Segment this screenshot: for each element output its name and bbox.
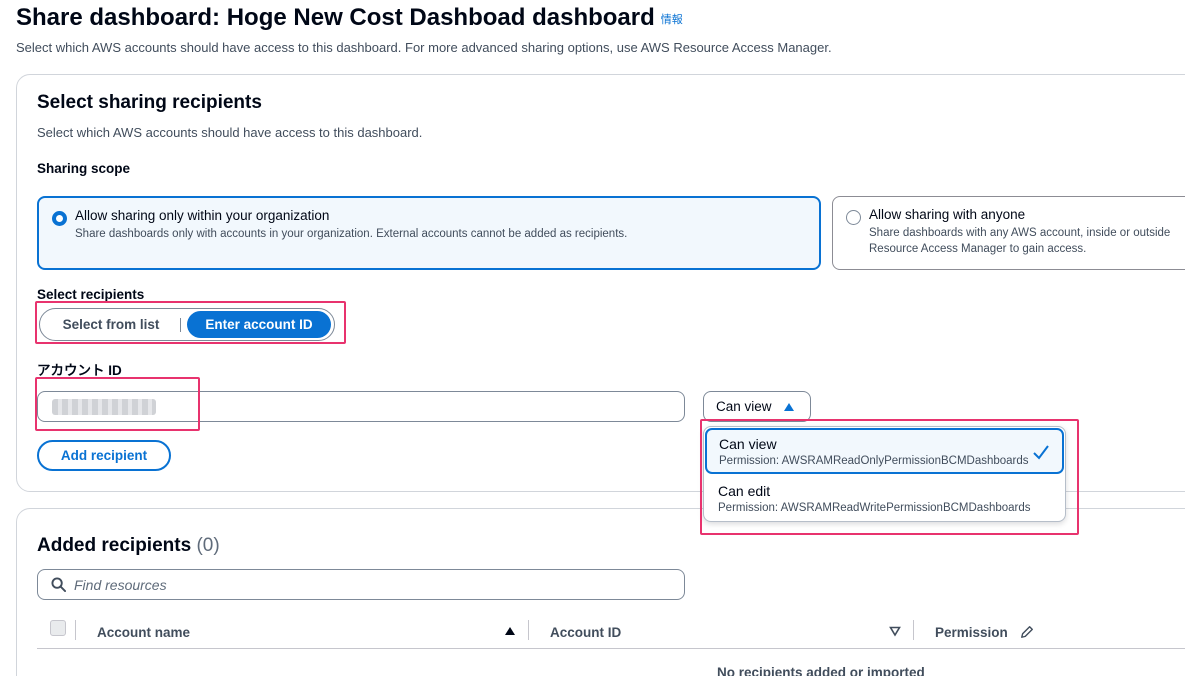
column-separator bbox=[913, 620, 914, 640]
radio-description: Share dashboards with any AWS account, i… bbox=[869, 225, 1185, 257]
option-label: Can edit bbox=[718, 483, 771, 499]
added-recipients-title-text: Added recipients bbox=[37, 535, 192, 556]
radio-description: Share dashboards only with accounts in y… bbox=[75, 228, 628, 240]
add-recipient-button[interactable]: Add recipient bbox=[37, 440, 171, 471]
column-header-permission[interactable]: Permission bbox=[935, 625, 1008, 640]
table-header: Account name Account ID Permission bbox=[37, 617, 1185, 649]
radio-description-line: Share dashboards with any AWS account, i… bbox=[869, 227, 1171, 239]
column-separator bbox=[528, 620, 529, 640]
option-can-view[interactable]: Can view Permission: AWSRAMReadOnlyPermi… bbox=[705, 428, 1064, 474]
account-id-label: アカウント ID bbox=[37, 363, 122, 378]
column-header-account-id[interactable]: Account ID bbox=[550, 625, 621, 640]
radio-icon-selected[interactable] bbox=[52, 211, 67, 226]
edit-pencil-icon bbox=[1021, 626, 1033, 638]
added-recipients-title: Added recipients (0) bbox=[37, 535, 220, 557]
info-link[interactable]: 情報 bbox=[661, 14, 683, 26]
account-id-input[interactable] bbox=[37, 391, 685, 422]
option-label: Can view bbox=[719, 436, 777, 452]
segment-divider bbox=[180, 317, 181, 332]
section-description: Select which AWS accounts should have ac… bbox=[37, 125, 423, 140]
check-icon bbox=[1033, 445, 1049, 460]
sort-asc-icon[interactable] bbox=[504, 625, 516, 637]
redacted-account-id bbox=[52, 398, 156, 415]
search-input[interactable] bbox=[74, 576, 634, 593]
select-all-checkbox[interactable] bbox=[50, 620, 66, 636]
radio-label: Allow sharing only within your organizat… bbox=[75, 208, 330, 223]
page-description: Select which AWS accounts should have ac… bbox=[16, 40, 832, 55]
radio-tile-anyone[interactable]: Allow sharing with anyone Share dashboar… bbox=[832, 196, 1185, 270]
select-recipients-label: Select recipients bbox=[37, 287, 145, 302]
added-recipients-card: Added recipients (0) Account name Accoun… bbox=[16, 508, 1185, 676]
search-field[interactable] bbox=[37, 569, 685, 600]
sort-desc-icon[interactable] bbox=[889, 625, 901, 637]
recipient-mode-toggle: Select from list Enter account ID bbox=[39, 308, 335, 341]
empty-state-message: No recipients added or imported bbox=[717, 665, 925, 676]
search-icon bbox=[51, 577, 66, 592]
permission-select-value: Can view bbox=[716, 399, 772, 414]
column-separator bbox=[75, 620, 76, 640]
permission-dropdown: Can view Permission: AWSRAMReadOnlyPermi… bbox=[703, 426, 1066, 522]
option-description: Permission: AWSRAMReadOnlyPermissionBCMD… bbox=[719, 455, 1029, 467]
sharing-scope-label: Sharing scope bbox=[37, 161, 131, 176]
permission-select[interactable]: Can view bbox=[703, 391, 811, 422]
radio-label: Allow sharing with anyone bbox=[869, 207, 1026, 222]
column-header-account-name[interactable]: Account name bbox=[97, 625, 190, 640]
option-description: Permission: AWSRAMReadWritePermissionBCM… bbox=[718, 502, 1031, 514]
radio-icon[interactable] bbox=[846, 210, 861, 225]
caret-up-icon bbox=[783, 402, 794, 411]
page-title-text: Share dashboard: Hoge New Cost Dashboad … bbox=[16, 4, 655, 31]
radio-description-line: Resource Access Manager to gain access. bbox=[869, 243, 1087, 255]
page-title: Share dashboard: Hoge New Cost Dashboad … bbox=[16, 4, 683, 32]
radio-tile-organization[interactable]: Allow sharing only within your organizat… bbox=[37, 196, 821, 270]
select-from-list-button[interactable]: Select from list bbox=[42, 311, 180, 338]
enter-account-id-button[interactable]: Enter account ID bbox=[187, 311, 331, 338]
section-title: Select sharing recipients bbox=[37, 92, 262, 113]
option-can-edit[interactable]: Can edit Permission: AWSRAMReadWritePerm… bbox=[705, 476, 1064, 520]
recipients-count: (0) bbox=[196, 535, 220, 556]
